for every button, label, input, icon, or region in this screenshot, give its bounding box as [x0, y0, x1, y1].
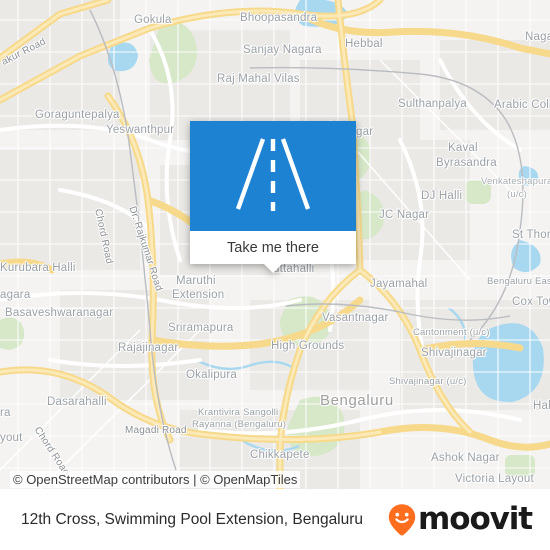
popup-pointer-tail [263, 263, 283, 273]
location-title: 12th Cross, Swimming Pool Extension, Ben… [21, 510, 364, 528]
moovit-wordmark: moovit [418, 501, 533, 537]
footer-bar: 12th Cross, Swimming Pool Extension, Ben… [0, 489, 550, 550]
road-icon [235, 138, 311, 211]
popup-road-image [190, 121, 356, 231]
location-popup[interactable]: Take me there [190, 121, 356, 273]
map-canvas[interactable]: GokulaBhoopasandraNagavHebbalSanjay Naga… [0, 0, 550, 489]
take-me-there-button[interactable]: Take me there [190, 231, 356, 264]
moovit-pin-icon [388, 504, 416, 536]
moovit-logo[interactable]: moovit [387, 501, 533, 537]
map-screenshot: GokulaBhoopasandraNagavHebbalSanjay Naga… [0, 0, 550, 550]
map-attribution[interactable]: © OpenStreetMap contributors | © OpenMap… [10, 471, 301, 488]
